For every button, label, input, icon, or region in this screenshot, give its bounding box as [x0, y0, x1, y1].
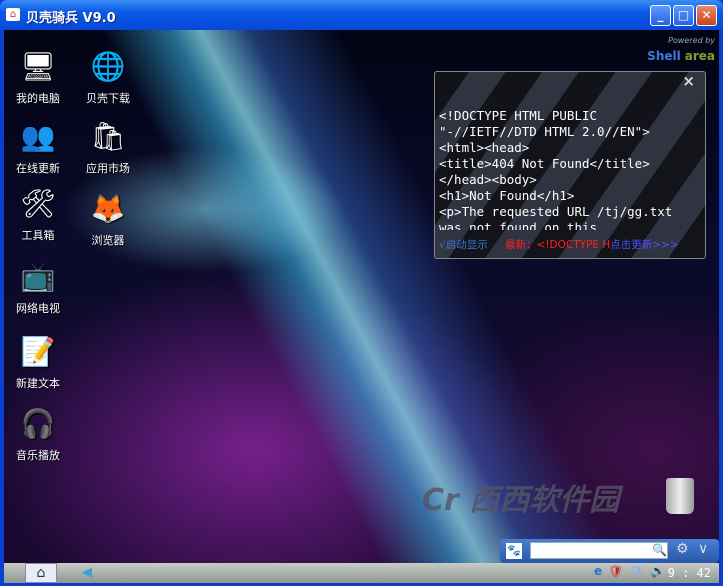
baidu-paw-icon[interactable]: 🐾: [506, 543, 522, 559]
recycle-bin-icon[interactable]: [666, 478, 694, 514]
desktop-icon-5[interactable]: 🛠 工具箱: [6, 185, 70, 243]
desktop-icon-label: 我的电脑: [16, 92, 60, 105]
gear-icon[interactable]: ⚙: [676, 541, 689, 557]
desktop-icon-1[interactable]: 🖥 我的电脑: [6, 48, 70, 106]
desktop-icon-label: 贝壳下载: [86, 92, 130, 105]
clock: 9 : 42: [667, 566, 711, 580]
chevron-down-icon[interactable]: ∨: [698, 541, 708, 557]
maximize-button[interactable]: □: [673, 5, 694, 26]
desktop-icon-3[interactable]: 👥 在线更新: [6, 118, 70, 176]
window-title: 贝壳骑兵 V9.0: [26, 11, 116, 26]
desktop-icon-label: 浏览器: [91, 234, 125, 247]
desktop-icon-image: 📺: [20, 260, 56, 293]
desktop-icon-7[interactable]: 📺 网络电视: [6, 258, 70, 316]
latest-news[interactable]: 最新：<!DOCTYPE H: [505, 239, 610, 251]
startup-toggle[interactable]: √启动显示: [439, 239, 488, 251]
brand-area: area: [684, 49, 715, 63]
powered-label: Powered by: [668, 36, 715, 45]
desktop-icon-label: 网络电视: [16, 302, 60, 315]
desktop-icon-6[interactable]: 🦊 浏览器: [76, 190, 140, 248]
news-panel: × <!DOCTYPE HTML PUBLIC "-//IETF//DTD HT…: [434, 71, 706, 259]
shield-icon[interactable]: 🛡: [629, 564, 644, 578]
taskbar: ⌂ ◀ e 🛡 🛡 🔊 9 : 42: [4, 563, 719, 583]
desktop-icon-image: 📝: [20, 335, 56, 368]
minimize-button[interactable]: _: [650, 5, 671, 26]
search-input[interactable]: [530, 542, 668, 559]
security-shield-icon[interactable]: 🛡: [608, 564, 623, 578]
brand-shell: Shell: [647, 49, 681, 63]
desktop-icon-label: 在线更新: [16, 162, 60, 175]
desktop-icon-label: 应用市场: [86, 162, 130, 175]
search-bar: 🐾 🔍 ⚙ ∨: [500, 539, 719, 563]
title-bar[interactable]: ⌂ 贝壳骑兵 V9.0 _ □ ✕: [0, 0, 723, 30]
panel-content: <!DOCTYPE HTML PUBLIC "-//IETF//DTD HTML…: [439, 108, 673, 230]
desktop-icon-image: 🎧: [20, 407, 56, 440]
desktop-icon-8[interactable]: 📝 新建文本: [6, 333, 70, 391]
home-icon: ⌂: [6, 8, 20, 21]
desktop-icon-image: 🖥: [20, 50, 56, 83]
desktop-icon-label: 工具箱: [21, 229, 55, 242]
search-icon[interactable]: 🔍: [652, 543, 667, 557]
home-button[interactable]: ⌂: [25, 563, 57, 583]
desktop-icon-image: 🛍: [90, 120, 126, 153]
panel-close-button[interactable]: ×: [682, 72, 695, 90]
update-link[interactable]: 点击更新>>>: [610, 239, 678, 251]
desktop-icon-4[interactable]: 🛍 应用市场: [76, 118, 140, 176]
volume-icon[interactable]: 🔊: [651, 564, 666, 578]
desktop-icon-image: 🌐: [90, 50, 126, 83]
send-icon[interactable]: ◀: [82, 565, 92, 580]
desktop-icon-label: 新建文本: [16, 377, 60, 390]
close-button[interactable]: ✕: [696, 5, 717, 26]
desktop-icon-image: 👥: [20, 120, 56, 153]
desktop-icon-2[interactable]: 🌐 贝壳下载: [76, 48, 140, 106]
desktop-icon-image: 🦊: [90, 192, 126, 225]
desktop: Powered by Shell area 🖥 我的电脑 🌐 贝壳下载 👥 在线更新 🛍 应用市…: [4, 30, 719, 563]
powered-by-logo: Powered by Shell area: [647, 36, 715, 64]
desktop-icon-image: 🛠: [20, 187, 56, 220]
desktop-icon-9[interactable]: 🎧 音乐播放: [6, 405, 70, 463]
system-tray: e 🛡 🛡 🔊: [594, 564, 666, 578]
watermark-logo: Cr 西西软件园: [422, 483, 620, 518]
desktop-icon-label: 音乐播放: [16, 449, 60, 462]
ie-icon[interactable]: e: [594, 564, 602, 578]
